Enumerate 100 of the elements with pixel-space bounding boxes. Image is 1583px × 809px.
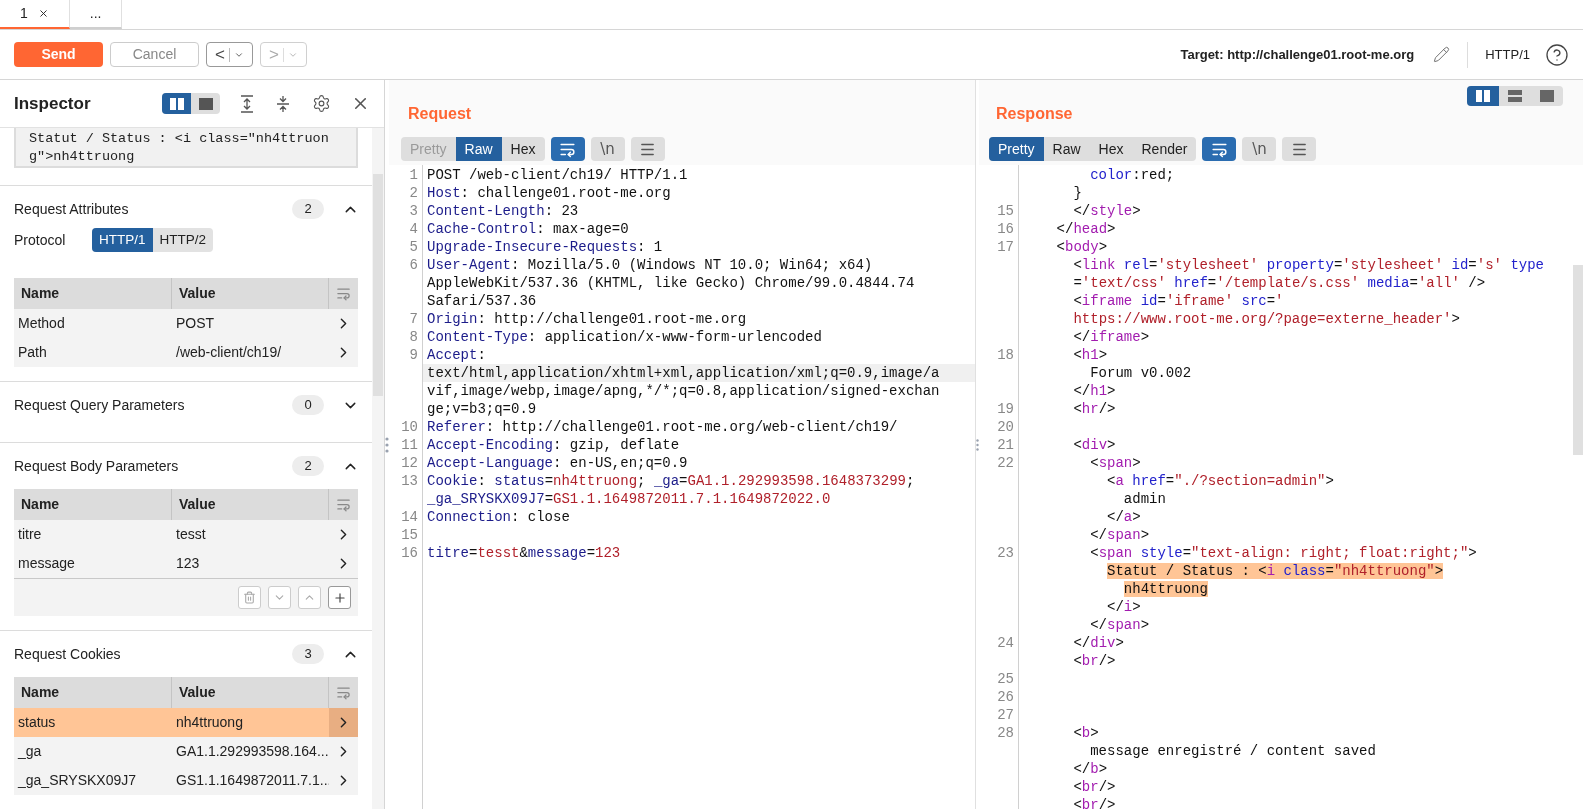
view-tab[interactable]: Raw (1043, 137, 1090, 161)
line-number: 17 (997, 239, 1014, 255)
code-line: text/html,application/xhtml+xml,application/xml;q=0.9,image/a (427, 365, 940, 381)
line-number: 26 (997, 689, 1014, 705)
wrap-icon[interactable] (336, 286, 351, 301)
collapse-icon[interactable] (276, 94, 290, 113)
pencil-icon[interactable] (1433, 46, 1451, 63)
code-line: ='text/css' href='/template/s.css' media='all' /> (1073, 275, 1486, 291)
line-number: 21 (997, 437, 1014, 453)
view-tab[interactable]: Hex (501, 137, 545, 161)
view-tab[interactable]: Render (1132, 137, 1197, 161)
code-line: <body> (1056, 239, 1108, 255)
response-title: Response (995, 104, 1074, 124)
table-row[interactable]: Path /web-client/ch19/ (14, 338, 358, 367)
drag-handle-icon[interactable] (385, 436, 389, 453)
code-line: </iframe> (1073, 329, 1150, 345)
line-number: 23 (997, 545, 1014, 561)
line-number: 27 (997, 707, 1014, 723)
wrap-toggle-button[interactable] (550, 137, 585, 161)
settings-icon[interactable] (312, 94, 331, 113)
cancel-button[interactable]: Cancel (110, 42, 199, 67)
code-line: vif,image/webp,image/apng,*/*;q=0.8,application/signed-exchan (427, 383, 940, 399)
code-line: AppleWebKit/537.36 (KHTML, like Gecko) Chrome/99.0.4844.74 (427, 275, 915, 291)
scrollbar-thumb[interactable] (1573, 265, 1583, 455)
menu-button[interactable] (1282, 137, 1317, 161)
view-tab[interactable]: Hex (1089, 137, 1133, 161)
drag-handle-icon[interactable] (976, 436, 979, 453)
code-line: </b> (1073, 761, 1108, 777)
protocol-option[interactable]: HTTP/1 (92, 228, 153, 252)
add-button[interactable] (328, 586, 351, 609)
request-tab[interactable]: ... (69, 0, 123, 29)
code-line: <div> (1073, 437, 1116, 453)
line-number: 16 (997, 221, 1014, 237)
scrollbar-thumb[interactable] (373, 174, 383, 396)
table-row[interactable]: Method POST (14, 309, 358, 338)
layout-button[interactable] (1467, 86, 1499, 106)
code-line: Upgrade-Insecure-Requests: 1 (427, 239, 663, 255)
line-number: 6 (409, 257, 418, 273)
columns-layout-icon (1476, 90, 1490, 102)
expand-icon[interactable] (240, 94, 254, 113)
code-line: Accept-Language: en-US,en;q=0.9 (427, 455, 688, 471)
code-line: </div> (1073, 635, 1124, 651)
table-cell-text: _ga (16, 742, 43, 761)
newline-toggle-button[interactable]: \n (1242, 137, 1277, 161)
layout-button[interactable] (162, 93, 191, 114)
code-line: color:red; (1090, 167, 1175, 183)
code-line: </span> (1090, 527, 1150, 543)
line-number: 19 (997, 401, 1014, 417)
code-line: Content-Length: 23 (427, 203, 579, 219)
close-icon[interactable] (37, 8, 49, 19)
column-header: Name (14, 278, 172, 309)
code-line: </i> (1107, 599, 1141, 615)
code-line: <a href="./?section=admin"> (1107, 473, 1334, 489)
section-title[interactable]: Request Query Parameters (14, 394, 292, 416)
protocol-label[interactable]: HTTP/1 (1485, 44, 1530, 65)
section-title[interactable]: Request Cookies (14, 643, 292, 665)
table-row[interactable]: titre tesst (14, 520, 358, 549)
table-row[interactable]: message 123 (14, 549, 358, 578)
wrap-icon[interactable] (336, 497, 351, 512)
line-number: 22 (997, 455, 1014, 471)
protocol-label: Protocol (14, 230, 67, 250)
code-line: </a> (1107, 509, 1141, 525)
code-line: https://www.root-me.org/?page=externe_header'> (1073, 311, 1460, 327)
table-row[interactable]: status nh4ttruong (14, 708, 358, 737)
newline-toggle-button[interactable]: \n (590, 137, 625, 161)
view-tab[interactable]: Raw (455, 137, 502, 161)
menu-button[interactable] (630, 137, 665, 161)
section-title[interactable]: Request Attributes (14, 198, 292, 220)
code-line: message enregistré / content saved (1090, 743, 1376, 759)
table-cell-text: POST (175, 314, 216, 333)
count-badge: 3 (292, 644, 324, 664)
code-line: </head> (1056, 221, 1116, 237)
line-number: 5 (409, 239, 418, 255)
table-cell-text: /web-client/ch19/ (175, 343, 283, 362)
target-label: Target: http://challenge01.root-me.org (1180, 45, 1415, 64)
line-number: 8 (409, 329, 418, 345)
request-tab[interactable]: 1 (0, 0, 70, 29)
line-number: 11 (401, 437, 418, 453)
table-cell-text: tesst (175, 525, 207, 544)
table-cell-text: GA1.1.292993598.164... (175, 742, 329, 761)
protocol-option[interactable]: HTTP/2 (152, 228, 214, 252)
code-line: Referer: http://challenge01.root-me.org/web-client/ch19/ (427, 419, 898, 435)
back-button[interactable]: < (206, 42, 253, 67)
help-icon[interactable] (1545, 42, 1569, 67)
line-number: 1 (409, 167, 418, 183)
code-line: } (1073, 185, 1082, 201)
wrap-toggle-button[interactable] (1202, 137, 1237, 161)
table-cell-text: status (17, 713, 57, 732)
view-tab[interactable]: Pretty (989, 137, 1044, 161)
wrap-icon[interactable] (336, 685, 351, 700)
column-header: Value (172, 278, 329, 309)
line-number: 14 (401, 509, 418, 525)
section-title[interactable]: Request Body Parameters (14, 455, 292, 477)
line-number: 16 (401, 545, 418, 561)
line-number: 15 (997, 203, 1014, 219)
code-line: Accept: (427, 347, 486, 363)
code-line: Cookie: status=nh4ttruong; _ga=GA1.1.292993598.1648373299; (427, 473, 915, 489)
table-cell-text: Method (17, 314, 66, 333)
column-header: Value (172, 489, 329, 520)
table-row[interactable]: _ga GA1.1.292993598.164... (14, 737, 358, 766)
